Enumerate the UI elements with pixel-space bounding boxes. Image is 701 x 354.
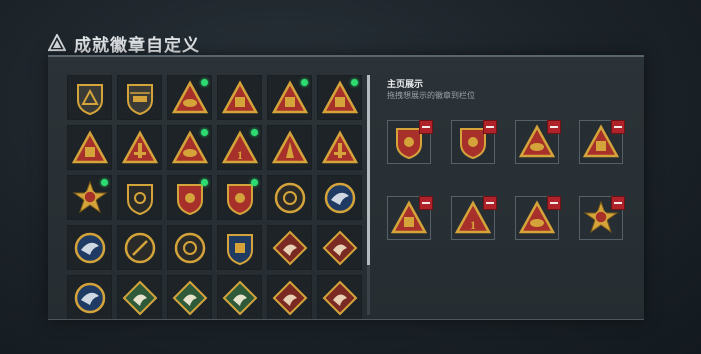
badge-cell[interactable]: [167, 75, 212, 120]
remove-badge-button[interactable]: [547, 120, 561, 134]
minus-icon: [486, 202, 494, 204]
new-indicator-dot: [201, 179, 208, 186]
triangle-spike-badge-icon: [271, 129, 308, 163]
badge-cell[interactable]: [167, 175, 212, 220]
new-indicator-dot: [301, 79, 308, 86]
showcase-slot[interactable]: [579, 196, 625, 240]
badge-cell[interactable]: [267, 125, 312, 170]
badge-cell[interactable]: [167, 275, 212, 319]
badge-cell[interactable]: [217, 225, 262, 270]
minus-icon: [614, 202, 622, 204]
showcase-subtitle: 拖拽想展示的徽章到栏位: [387, 91, 475, 100]
showcase-title: 主页展示: [387, 79, 424, 89]
badge-cell[interactable]: [67, 175, 112, 220]
showcase-slot[interactable]: [451, 120, 497, 164]
badge-cell[interactable]: [217, 75, 262, 120]
shield-emblem-badge-icon: [126, 183, 153, 215]
badge-cell[interactable]: [67, 275, 112, 319]
badge-grid: 1: [67, 75, 363, 319]
badge-cell[interactable]: [117, 125, 162, 170]
shield-helicopter-badge-icon: [126, 83, 153, 115]
remove-badge-button[interactable]: [483, 120, 497, 134]
green-diamond-badge-icon: [172, 280, 207, 315]
showcase-slot[interactable]: [579, 120, 625, 164]
badge-cell[interactable]: [317, 225, 362, 270]
badge-cell[interactable]: [67, 125, 112, 170]
diamond-dragon-badge-icon: [272, 230, 307, 265]
round-shield-badge-icon: [174, 232, 205, 263]
svg-text:1: 1: [237, 148, 243, 162]
badge-collection: 1: [67, 75, 363, 319]
badge-cell[interactable]: [267, 275, 312, 319]
svg-text:1: 1: [470, 218, 476, 232]
badge-cell[interactable]: [267, 75, 312, 120]
badge-cell[interactable]: [317, 275, 362, 319]
remove-badge-button[interactable]: [611, 196, 625, 210]
round-blade-badge-icon: [124, 232, 155, 263]
new-indicator-dot: [351, 79, 358, 86]
badge-cell[interactable]: [117, 175, 162, 220]
badge-cell[interactable]: [167, 225, 212, 270]
round-shield-badge-icon: [274, 182, 305, 213]
warning-triangle-icon: [48, 34, 66, 52]
badge-cell[interactable]: [317, 175, 362, 220]
new-indicator-dot: [201, 79, 208, 86]
remove-badge-button[interactable]: [611, 120, 625, 134]
remove-badge-button[interactable]: [419, 120, 433, 134]
page-title: 成就徽章自定义: [74, 35, 200, 55]
minus-icon: [550, 126, 558, 128]
showcase-slot[interactable]: [515, 196, 561, 240]
shield-medal-badge-icon: [226, 233, 253, 265]
blue-eagle-badge-icon: [74, 282, 105, 313]
minus-icon: [486, 126, 494, 128]
minus-icon: [422, 202, 430, 204]
showcase-slots: 1: [387, 120, 625, 240]
badge-cell[interactable]: [117, 75, 162, 120]
scrollbar[interactable]: [367, 75, 370, 315]
showcase-slot[interactable]: 1: [451, 196, 497, 240]
badge-cell[interactable]: [267, 175, 312, 220]
triangle-tower-badge-icon: [321, 129, 358, 163]
remove-badge-button[interactable]: [419, 196, 433, 210]
scrollbar-thumb[interactable]: [367, 75, 370, 265]
triangle-crate-badge-icon: [71, 129, 108, 163]
showcase-slot[interactable]: [515, 120, 561, 164]
minus-icon: [550, 202, 558, 204]
showcase-slot[interactable]: [387, 196, 433, 240]
showcase-slot[interactable]: [387, 120, 433, 164]
badge-cell[interactable]: [217, 275, 262, 319]
blue-eagle-badge-icon: [324, 182, 355, 213]
new-indicator-dot: [101, 179, 108, 186]
green-diamond-badge-icon: [222, 280, 257, 315]
new-indicator-dot: [251, 129, 258, 136]
triangle-crate-badge-icon: [221, 79, 258, 113]
badge-cell[interactable]: [117, 275, 162, 319]
badge-cell[interactable]: [67, 75, 112, 120]
new-indicator-dot: [201, 129, 208, 136]
shield-triangle-badge-icon: [76, 83, 103, 115]
minus-icon: [614, 126, 622, 128]
badge-cell[interactable]: [167, 125, 212, 170]
badge-cell[interactable]: 1: [217, 125, 262, 170]
triangle-tower-badge-icon: [121, 129, 158, 163]
new-indicator-dot: [251, 179, 258, 186]
badge-cell[interactable]: [117, 225, 162, 270]
badge-cell[interactable]: [217, 175, 262, 220]
badge-cell[interactable]: [67, 225, 112, 270]
diamond-dragon-badge-icon: [272, 280, 307, 315]
diamond-dragon-badge-icon: [322, 280, 357, 315]
diamond-dragon-badge-icon: [322, 230, 357, 265]
remove-badge-button[interactable]: [547, 196, 561, 210]
page-header: 成就徽章自定义: [48, 30, 200, 56]
minus-icon: [422, 126, 430, 128]
badge-cell[interactable]: [317, 125, 362, 170]
badge-cell[interactable]: [317, 75, 362, 120]
badge-cell[interactable]: [267, 225, 312, 270]
blue-eagle-badge-icon: [74, 232, 105, 263]
green-diamond-badge-icon: [122, 280, 157, 315]
remove-badge-button[interactable]: [483, 196, 497, 210]
badge-customization-panel: 1 主页展示 拖拽想展示的徽章到栏位 1: [48, 55, 644, 320]
